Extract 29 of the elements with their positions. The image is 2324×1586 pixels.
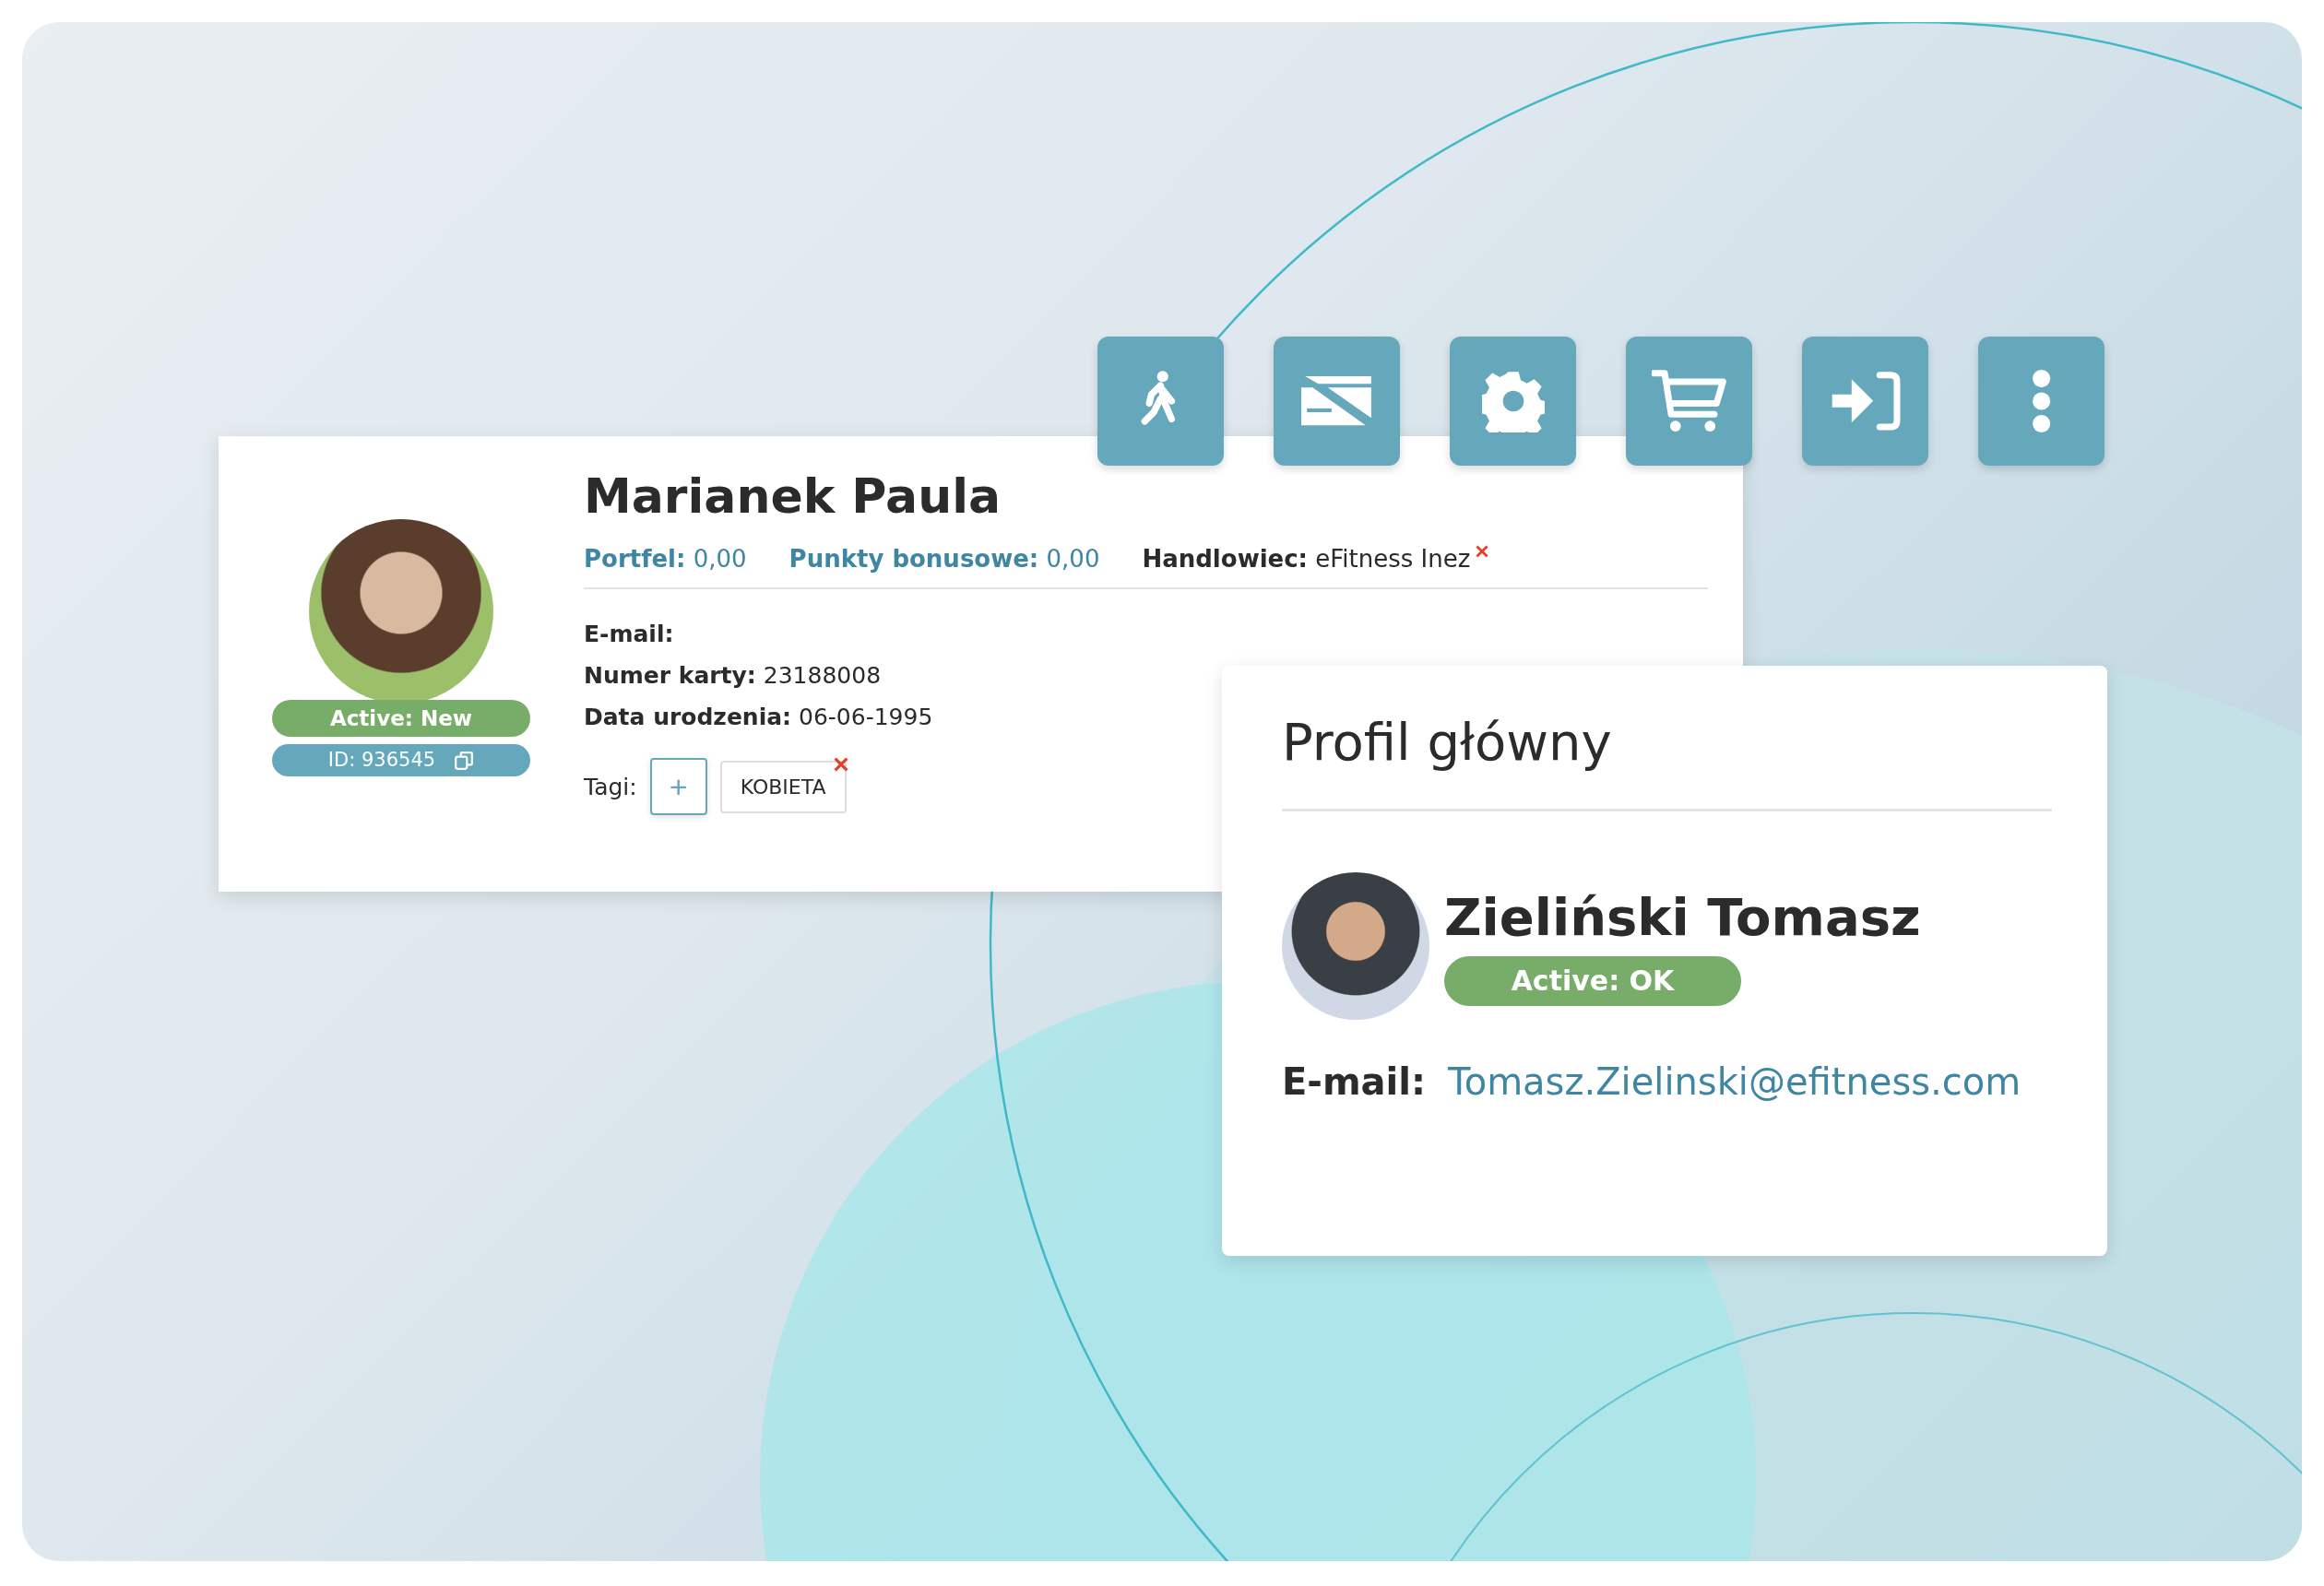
summary-link[interactable]: Portfel: 0,00 [584,545,747,573]
email-label: E-mail: [1282,1060,1426,1103]
field-text: Data urodzenia: 06-06-1995 [584,704,933,730]
card-button[interactable] [1274,337,1400,466]
walk-button[interactable] [1097,337,1224,466]
add-tag-button[interactable]: + [649,758,707,815]
profile-title: Profil główny [1282,712,2052,811]
cart-icon [1651,368,1727,434]
email-link[interactable]: Tomasz.Zielinski@efitness.com [1448,1060,2022,1103]
profile-name: Zieliński Tomasz [1444,886,1921,947]
remove-icon[interactable] [833,756,848,772]
status-badge: Active: New [272,700,530,737]
tag-chip: KOBIETA [719,760,847,813]
more-options-icon [2031,370,2052,432]
id-text: ID: 936545 [327,748,436,773]
summary-link[interactable]: Punkty bonusowe: 0,00 [788,545,1100,573]
copy-icon[interactable] [454,750,475,771]
remove-icon[interactable] [1476,545,1489,558]
status-badge: Active: OK [1444,955,1741,1006]
tags-label: Tagi: [584,773,637,800]
login-button[interactable] [1802,337,1928,466]
more-button[interactable] [1978,337,2105,466]
member-name: Marianek Paula [584,468,1002,526]
cart-button[interactable] [1626,337,1752,466]
settings-button[interactable] [1450,337,1576,466]
field-text: E-mail: [584,621,674,647]
field-text: Numer karty: 23188008 [584,662,882,689]
summary-text: Handlowiec: eFitness Inez [1142,545,1471,573]
settings-icon [1481,370,1545,432]
